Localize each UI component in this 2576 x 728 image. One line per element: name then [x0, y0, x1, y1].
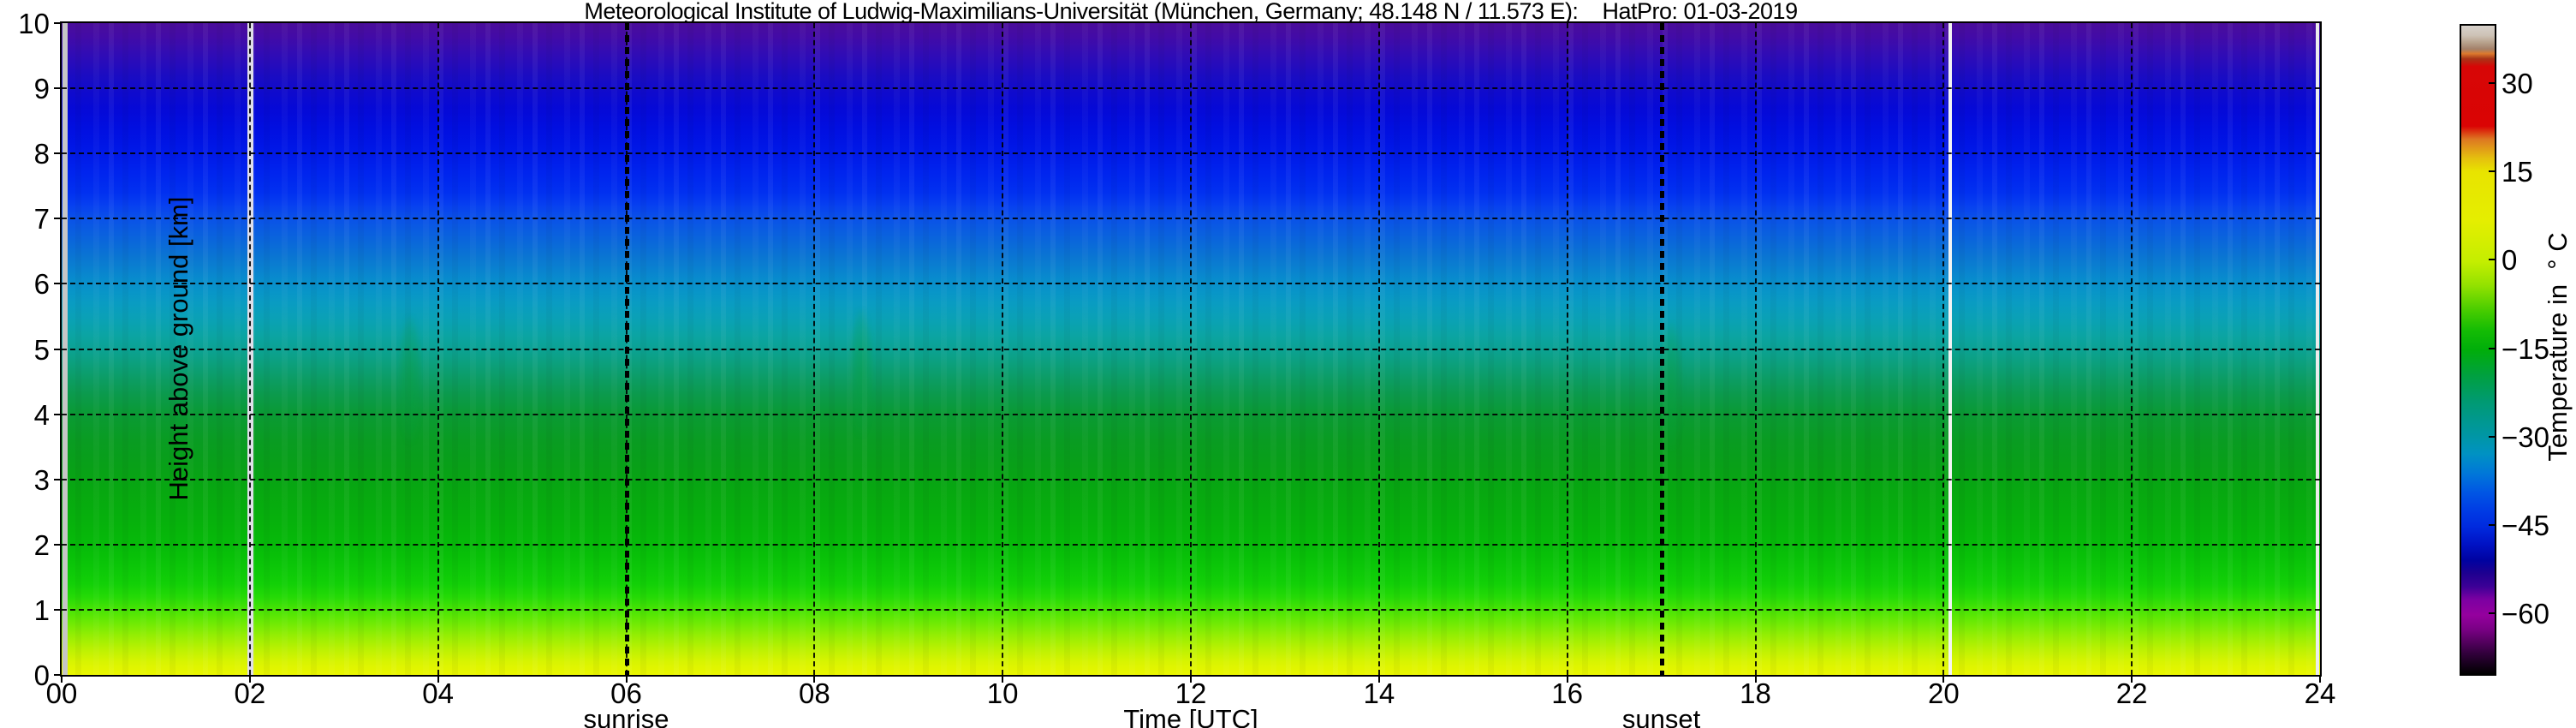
- x-gridline-12: [1190, 23, 1192, 675]
- y-tick-mark-8: [54, 152, 62, 155]
- colorbar-tick-label--15: −15: [2502, 332, 2549, 365]
- y-tick-label-7: 7: [33, 203, 50, 236]
- y-tick-mark-3: [54, 478, 62, 480]
- x-tick-label-12: 12: [1175, 677, 1207, 709]
- y-tick-mark-6: [54, 283, 62, 285]
- x-gridline-22: [2131, 23, 2133, 675]
- y-tick-label-0: 0: [33, 659, 50, 691]
- x-tick-label-24: 24: [2304, 677, 2336, 709]
- colorbar-tick-mark-30: [2489, 81, 2495, 84]
- anomaly-streak-0: [397, 314, 422, 444]
- x-tick-label-22: 22: [2115, 677, 2148, 709]
- y-tick-mark-1: [54, 608, 62, 611]
- x-gridline-8: [813, 23, 816, 675]
- y-tick-mark-10: [54, 22, 62, 24]
- y-tick-mark-5: [54, 348, 62, 350]
- y-tick-label-5: 5: [33, 333, 50, 366]
- heatmap-plot-area: [62, 23, 2320, 675]
- x-tick-label-16: 16: [1551, 677, 1584, 709]
- y-tick-label-3: 3: [33, 463, 50, 496]
- anomaly-streak-1: [849, 308, 874, 438]
- x-gridline-20: [1942, 23, 1945, 675]
- x-tick-label-00: 00: [45, 677, 78, 709]
- y-tick-label-4: 4: [33, 398, 50, 431]
- x-gridline-4: [437, 23, 439, 675]
- colorbar-tick-mark--60: [2489, 612, 2495, 615]
- x-tick-label-14: 14: [1363, 677, 1395, 709]
- x-gridline-10: [1002, 23, 1004, 675]
- colorbar-tick-label--60: −60: [2502, 598, 2549, 630]
- colorbar-tick-label--30: −30: [2502, 421, 2549, 453]
- chart-title: Meteorological Institute of Ludwig-Maxim…: [584, 0, 1798, 24]
- x-gridline-2: [248, 23, 251, 675]
- colorbar-tick-label--45: −45: [2502, 509, 2549, 541]
- colorbar-tick-mark-0: [2489, 259, 2495, 261]
- x-tick-label-20: 20: [1927, 677, 1960, 709]
- x-gridline-14: [1377, 23, 1380, 675]
- colorbar-tick-mark--30: [2489, 435, 2495, 438]
- colorbar-tick-label-30: 30: [2502, 67, 2533, 99]
- x-tick-label-04: 04: [422, 677, 455, 709]
- x-gridline-16: [1566, 23, 1568, 675]
- y-tick-mark-4: [54, 413, 62, 415]
- colorbar-tick-mark-15: [2489, 170, 2495, 173]
- figure: Meteorological Institute of Ludwig-Maxim…: [0, 0, 2576, 728]
- x-gridline-18: [1754, 23, 1757, 675]
- x-tick-label-06: 06: [610, 677, 642, 709]
- sunset-line: [1659, 23, 1664, 675]
- y-tick-label-9: 9: [33, 73, 50, 105]
- y-tick-label-1: 1: [33, 594, 50, 626]
- y-tick-mark-2: [54, 543, 62, 546]
- x-tick-label-08: 08: [798, 677, 830, 709]
- x-tick-label-10: 10: [986, 677, 1019, 709]
- colorbar-tick-label-15: 15: [2502, 156, 2533, 188]
- sunset-label: sunset: [1621, 704, 1701, 728]
- x-tick-label-18: 18: [1740, 677, 1771, 709]
- sunrise-line: [624, 23, 629, 675]
- y-tick-label-6: 6: [33, 268, 50, 301]
- y-tick-label-10: 10: [18, 8, 50, 39]
- y-tick-mark-9: [54, 87, 62, 90]
- y-tick-label-8: 8: [33, 138, 50, 170]
- colorbar-tick-mark--15: [2489, 347, 2495, 349]
- colorbar: [2460, 24, 2496, 676]
- y-tick-label-2: 2: [33, 528, 50, 561]
- colorbar-tick-mark--45: [2489, 523, 2495, 526]
- x-tick-label-02: 02: [234, 677, 266, 709]
- colorbar-tick-label-0: 0: [2502, 244, 2518, 277]
- y-tick-mark-7: [54, 218, 62, 220]
